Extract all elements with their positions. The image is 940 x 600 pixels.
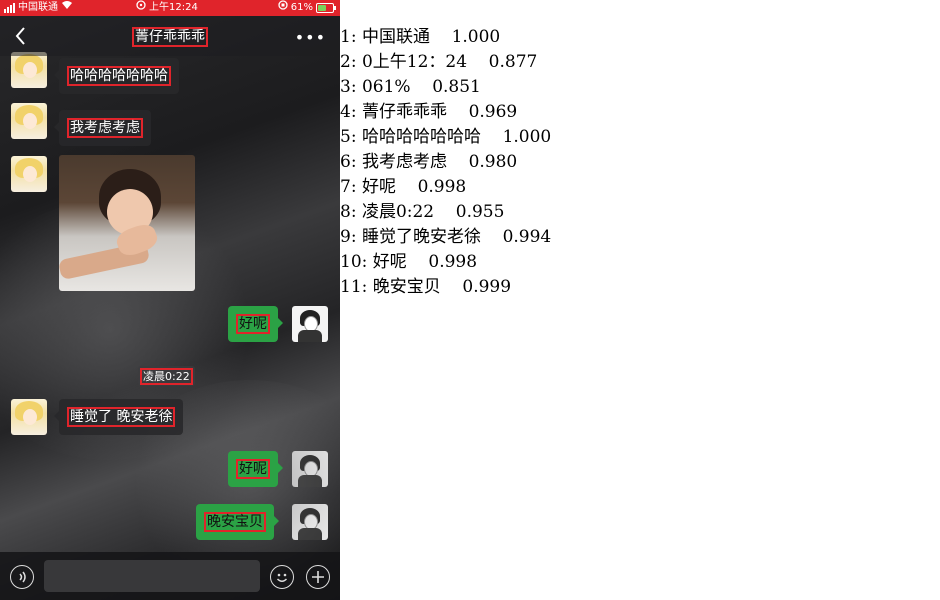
- ocr-result-index: 3:: [340, 77, 357, 97]
- ocr-result-score: 0.877: [488, 52, 538, 72]
- battery-percent: 61%: [290, 2, 313, 13]
- ocr-result-index: 8:: [340, 202, 357, 222]
- ocr-result-row: 2: 0上午12：24 0.877: [340, 50, 940, 75]
- input-toolbar: [0, 552, 340, 600]
- ocr-result-index: 1:: [340, 27, 357, 47]
- ocr-result-index: 10:: [340, 252, 368, 272]
- ocr-result-text: 哈哈哈哈哈哈哈: [361, 127, 481, 147]
- ocr-result-text: 菁仔乖乖乖: [361, 102, 447, 122]
- carrier-label: 中国联通: [18, 2, 58, 13]
- contact-avatar[interactable]: [11, 156, 47, 192]
- ocr-result-row: 8: 凌晨0:22 0.955: [340, 200, 940, 225]
- status-bar: 中国联通 上午12:24 61%: [0, 0, 340, 16]
- ocr-result-score: 0.851: [432, 77, 481, 97]
- alarm-icon: [136, 0, 146, 16]
- wifi-icon: [61, 0, 73, 16]
- ocr-result-row: 4: 菁仔乖乖乖 0.969: [340, 100, 940, 125]
- ocr-result-row: 5: 哈哈哈哈哈哈哈 1.000: [340, 125, 940, 150]
- message-bubble-outgoing[interactable]: 好呢: [228, 306, 283, 342]
- ocr-result-row: 7: 好呢 0.998: [340, 175, 940, 200]
- ocr-result-text: 0上午12：24: [361, 52, 468, 72]
- voice-input-icon[interactable]: [10, 565, 34, 589]
- ocr-result-score: 0.998: [417, 177, 467, 197]
- self-avatar[interactable]: [292, 306, 328, 342]
- ocr-result-score: 1.000: [451, 27, 501, 47]
- ocr-result-text: 好呢: [372, 252, 407, 272]
- ocr-result-index: 9:: [340, 227, 357, 247]
- self-avatar[interactable]: [292, 504, 328, 540]
- ocr-result-row: 11: 晚安宝贝 0.999: [340, 275, 940, 300]
- self-avatar[interactable]: [292, 451, 328, 487]
- ocr-result-score: 1.000: [502, 127, 552, 147]
- ocr-results-list: 1: 中国联通 1.000 2: 0上午12：24 0.877 3: 061% 0.…: [340, 25, 940, 300]
- chat-title: 菁仔乖乖乖: [0, 26, 340, 47]
- ocr-result-row: 9: 睡觉了晚安老徐 0.994: [340, 225, 940, 250]
- message-input[interactable]: [44, 560, 260, 592]
- ocr-result-score: 0.999: [462, 277, 512, 297]
- phone-screenshot: 中国联通 上午12:24 61% 菁仔乖乖乖 ••• 哈哈哈哈哈哈哈 我考虑考虑…: [0, 0, 340, 600]
- ocr-result-text: 我考虑考虑: [361, 152, 447, 172]
- message-bubble-incoming[interactable]: 睡觉了 晚安老徐: [53, 399, 184, 435]
- message-bubble-outgoing[interactable]: 好呢: [228, 451, 283, 487]
- contact-avatar[interactable]: [11, 103, 47, 139]
- emoji-icon[interactable]: [270, 565, 294, 589]
- ocr-result-text: 晚安宝贝: [372, 277, 441, 297]
- message-bubble-outgoing[interactable]: 晚安宝贝: [196, 504, 279, 540]
- more-options-icon[interactable]: •••: [295, 28, 326, 47]
- ocr-result-score: 0.994: [502, 227, 552, 247]
- ocr-result-index: 6:: [340, 152, 357, 172]
- ocr-result-text: 睡觉了晚安老徐: [361, 227, 481, 247]
- ocr-result-score: 0.980: [468, 152, 518, 172]
- ocr-result-row: 3: 061% 0.851: [340, 75, 940, 100]
- ocr-result-text: 061%: [361, 77, 411, 97]
- message-bubble-incoming[interactable]: 哈哈哈哈哈哈哈: [54, 58, 179, 94]
- plus-icon[interactable]: [306, 565, 330, 589]
- ocr-result-index: 11:: [340, 277, 368, 297]
- ocr-result-text: 中国联通: [361, 27, 430, 47]
- ocr-result-index: 5:: [340, 127, 357, 147]
- signal-icon: [4, 3, 15, 13]
- ocr-result-score: 0.969: [468, 102, 518, 122]
- contact-avatar[interactable]: [11, 399, 47, 435]
- ocr-result-row: 6: 我考虑考虑 0.980: [340, 150, 940, 175]
- ocr-result-score: 0.955: [455, 202, 505, 222]
- ocr-result-index: 4:: [340, 102, 357, 122]
- ocr-result-row: 10: 好呢 0.998: [340, 250, 940, 275]
- ocr-result-index: 2:: [340, 52, 357, 72]
- chat-header: 菁仔乖乖乖 •••: [0, 16, 340, 56]
- ocr-result-row: 1: 中国联通 1.000: [340, 25, 940, 50]
- ocr-result-text: 凌晨0:22: [361, 202, 435, 222]
- contact-avatar[interactable]: [11, 52, 47, 88]
- message-timestamp: 凌晨0:22: [138, 366, 195, 386]
- ocr-result-index: 7:: [340, 177, 357, 197]
- battery-icon: [316, 3, 336, 13]
- ocr-result-score: 0.998: [428, 252, 478, 272]
- message-bubble-incoming[interactable]: 我考虑考虑: [54, 110, 151, 146]
- status-time: 上午12:24: [149, 2, 198, 13]
- lock-rotation-icon: [278, 0, 288, 16]
- ocr-result-text: 好呢: [361, 177, 396, 197]
- shared-photo[interactable]: [59, 155, 195, 291]
